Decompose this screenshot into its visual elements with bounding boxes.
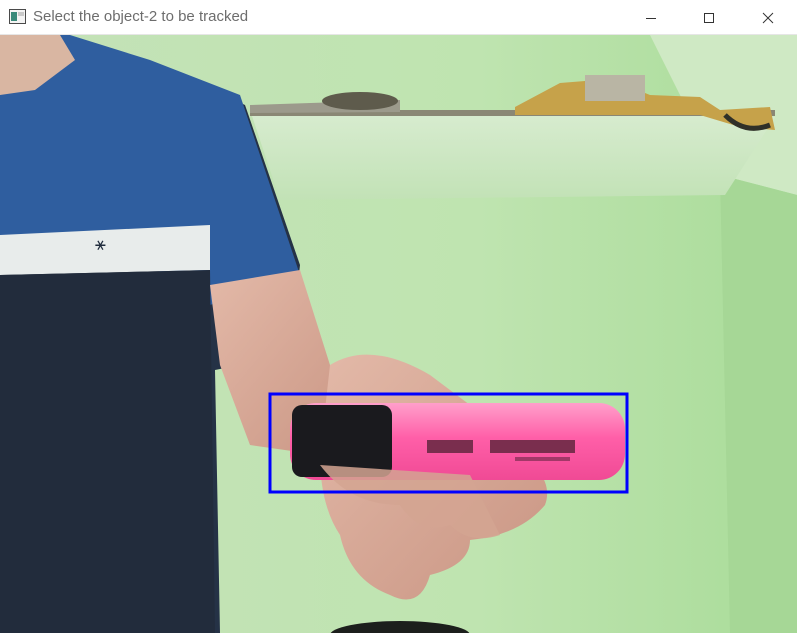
close-icon [762, 12, 774, 23]
tshirt-logo: ⚹ [95, 234, 106, 254]
webcam-frame[interactable]: ⚹ [0, 35, 797, 633]
wall-shelf [250, 110, 775, 200]
marker-label-3 [515, 457, 570, 461]
maximize-icon [704, 12, 714, 23]
marker-label-2 [490, 440, 575, 453]
shelf-item-bag [585, 75, 645, 101]
maximize-button[interactable] [680, 0, 738, 35]
close-button[interactable] [739, 0, 797, 35]
app-window-icon [9, 9, 26, 24]
minimize-icon [646, 17, 656, 19]
shelf-item-left [322, 92, 398, 110]
minimize-button[interactable] [622, 0, 680, 35]
title-bar: Select the object-2 to be tracked [0, 0, 797, 35]
marker-cap [292, 405, 392, 477]
camera-frame[interactable]: ⚹ [0, 35, 797, 633]
window-title: Select the object-2 to be tracked [33, 8, 249, 25]
side-wall [720, 175, 797, 633]
marker-label [427, 440, 473, 453]
tshirt-lower [0, 270, 215, 633]
